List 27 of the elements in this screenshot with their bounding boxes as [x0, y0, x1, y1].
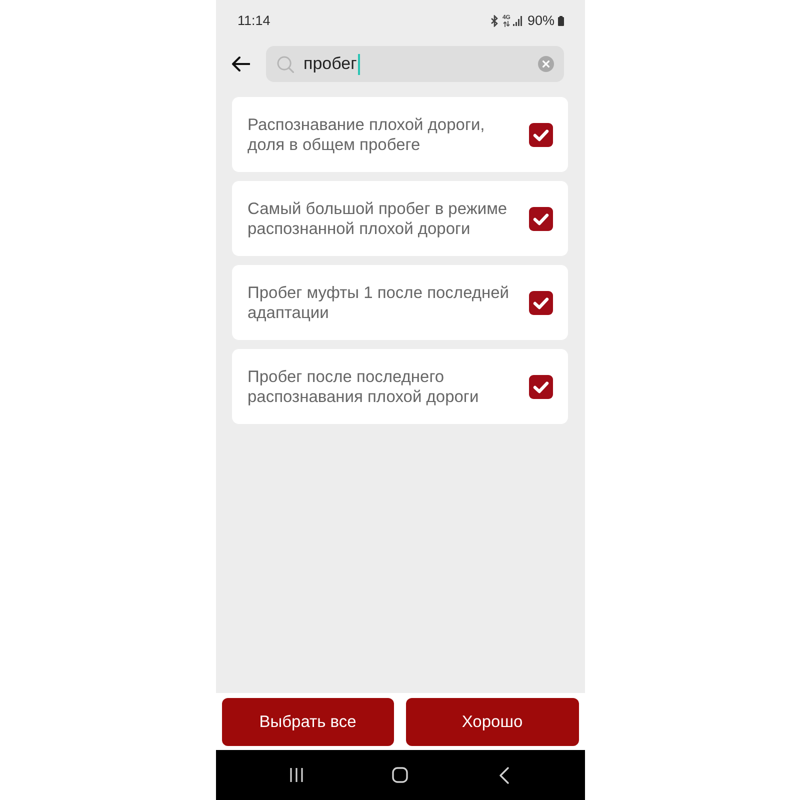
select-all-button[interactable]: Выбрать все	[222, 698, 394, 746]
battery-icon	[558, 16, 564, 26]
checkbox[interactable]	[528, 290, 552, 314]
ok-button[interactable]: Хорошо	[406, 698, 578, 746]
item-label: Пробег после последнего распознавания плохой дороги	[248, 366, 480, 406]
checkbox[interactable]	[528, 206, 552, 230]
back-icon[interactable]	[499, 766, 509, 784]
data-arrows-icon	[502, 21, 510, 27]
status-time: 11:14	[238, 12, 270, 30]
list-item-card[interactable]: Распознавание плохой дороги, доля в общем пробеге	[232, 97, 568, 172]
battery-percent: 90%	[527, 12, 554, 30]
item-label: Пробег муфты 1 после последней адаптации	[248, 282, 510, 322]
text-cursor-icon	[358, 54, 360, 74]
search-icon	[276, 56, 294, 72]
checkbox[interactable]	[528, 374, 552, 398]
item-label: Самый большой пробег в режиме распознанной плохой дороги	[248, 198, 508, 238]
list-item-card[interactable]: Самый большой пробег в режиме распознанной плохой дороги	[232, 181, 568, 256]
item-label: Распознавание плохой дороги, доля в общем пробеге	[248, 114, 486, 154]
home-icon[interactable]	[392, 767, 408, 783]
list-item-card[interactable]: Пробег после последнего распознавания плохой дороги	[232, 349, 568, 424]
signal-icon	[513, 16, 522, 26]
bluetooth-icon	[490, 15, 500, 27]
search-field[interactable]: пробег	[266, 46, 564, 82]
checkbox[interactable]	[528, 122, 552, 146]
recent-apps-icon[interactable]	[290, 767, 302, 783]
back-arrow-icon[interactable]	[230, 56, 250, 72]
list-item-card[interactable]: Пробег муфты 1 после последней адаптации	[232, 265, 568, 340]
